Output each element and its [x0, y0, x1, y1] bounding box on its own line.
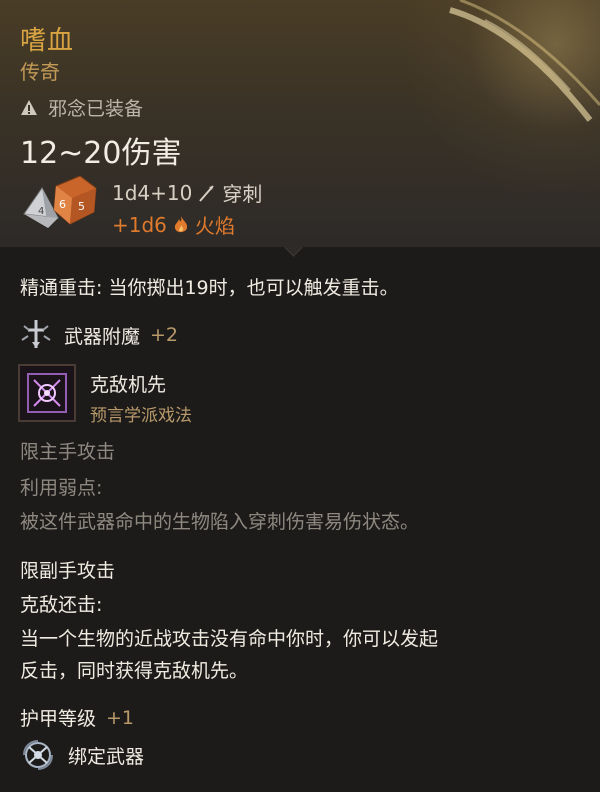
- damage-roll-row: 1d4+10 穿刺: [112, 178, 262, 207]
- riposte-desc-line1: 当一个生物的近战攻击没有命中你时，你可以发起: [20, 628, 439, 650]
- dice-icon: 4 6 5: [23, 175, 97, 228]
- piercing-icon: [199, 184, 215, 202]
- weakness-title: 利用弱点:: [20, 477, 103, 499]
- bonus-roll-row: +1d6 火焰: [112, 210, 235, 239]
- off-hand-only: 限副手攻击: [20, 560, 116, 582]
- item-name: 嗜血: [20, 26, 75, 56]
- bound-weapon-label: 绑定武器: [68, 745, 145, 768]
- bound-weapon-row: 绑定武器: [18, 738, 144, 772]
- enchant-icon: [21, 320, 51, 348]
- enchant-label: 武器附魔: [64, 325, 141, 348]
- bonus-roll: +1d6: [112, 212, 167, 237]
- enchant-value: +2: [150, 324, 179, 346]
- armor-row: 护甲等级 +1: [20, 704, 134, 731]
- bonus-type: 火焰: [194, 214, 235, 238]
- weapon-art-icon: [449, 0, 600, 122]
- damage-type: 穿刺: [222, 182, 263, 206]
- bound-weapon-icon: [23, 740, 53, 770]
- spell-school: 预言学派戏法: [90, 406, 192, 426]
- main-hand-only: 限主手攻击: [20, 441, 116, 463]
- equipped-text: 邪念已装备: [48, 98, 144, 120]
- spell-icon: [18, 364, 76, 422]
- warning-icon: [21, 99, 37, 115]
- svg-text:4: 4: [38, 206, 44, 217]
- spell-name: 克敌机先: [90, 374, 167, 396]
- armor-value: +1: [106, 706, 135, 729]
- damage-range: 12~20伤害: [20, 136, 182, 171]
- riposte-desc-line2: 反击，同时获得克敌机先。: [20, 660, 249, 682]
- svg-text:5: 5: [78, 200, 85, 213]
- item-rarity: 传奇: [20, 60, 60, 84]
- fire-icon: [174, 215, 188, 232]
- svg-text:6: 6: [59, 198, 66, 211]
- armor-label: 护甲等级: [20, 708, 97, 730]
- weakness-desc: 被这件武器命中的生物陷入穿刺伤害易伤状态。: [20, 511, 420, 533]
- crit-line: 精通重击: 当你掷出19时，也可以触发重击。: [20, 277, 399, 299]
- damage-roll: 1d4+10: [112, 180, 193, 205]
- riposte-title: 克敌还击:: [20, 594, 103, 616]
- equipped-status: 邪念已装备: [20, 94, 143, 121]
- enchant-row: 武器附魔 +2: [18, 318, 178, 352]
